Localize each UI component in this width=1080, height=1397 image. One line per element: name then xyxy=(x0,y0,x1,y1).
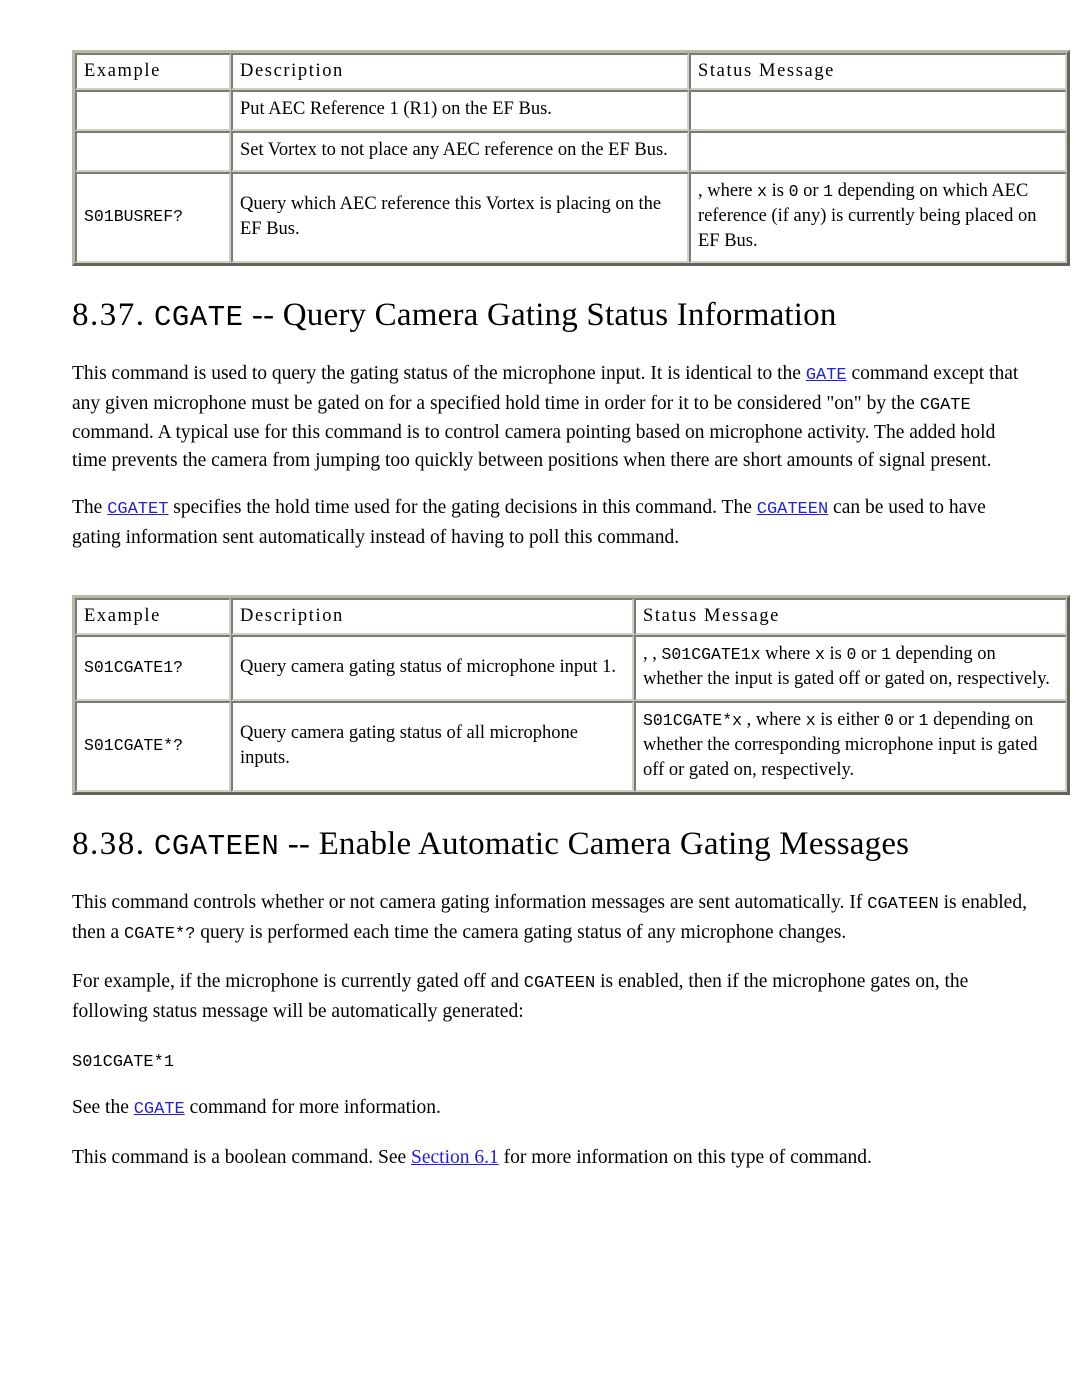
link-cgatet[interactable]: CGATET xyxy=(107,500,168,519)
status-lead: , , xyxy=(643,644,662,664)
par-text: command. A typical use for this command … xyxy=(72,422,996,471)
cgate-table-wrapper: Example Description Status Message S01CG… xyxy=(72,595,1070,795)
cgateen-paragraph-4: This command is a boolean command. See S… xyxy=(72,1144,1028,1172)
par-text: for more information on this type of com… xyxy=(498,1146,872,1168)
link-cgate[interactable]: CGATE xyxy=(134,1100,185,1119)
cell-example xyxy=(75,90,231,131)
section-dashes: -- xyxy=(287,826,311,862)
column-header-example: Example xyxy=(75,53,231,90)
status-value-zero: 0 xyxy=(788,182,799,201)
cell-example xyxy=(75,131,231,172)
section-number: 8.37. xyxy=(72,297,146,333)
table-row: Set Vortex to not place any AEC referenc… xyxy=(75,131,1067,172)
section-title: Enable Automatic Camera Gating Messages xyxy=(318,826,910,862)
section-command-name: CGATE xyxy=(153,301,244,334)
column-header-status-message: Status Message xyxy=(689,53,1067,90)
status-code: S01CGATE*x xyxy=(643,711,743,730)
cgate-examples-table: Example Description Status Message S01CG… xyxy=(72,595,1070,795)
section-heading-cgateen: 8.38. CGATEEN -- Enable Automatic Camera… xyxy=(72,822,1028,869)
column-header-description: Description xyxy=(231,598,634,635)
status-var-x: x xyxy=(805,711,816,730)
par-text: The xyxy=(72,497,108,518)
status-code: S01CGATE1x xyxy=(661,645,761,664)
column-header-example: Example xyxy=(75,598,231,635)
cell-description: Query camera gating status of microphone… xyxy=(231,635,634,701)
link-section-6-1[interactable]: Section 6.1 xyxy=(411,1147,499,1168)
par-text: specifies the hold time used for the gat… xyxy=(168,497,757,518)
par-text: See the xyxy=(72,1097,134,1118)
cell-description: Put AEC Reference 1 (R1) on the EF Bus. xyxy=(231,90,689,131)
inline-code-cgate-star: CGATE*? xyxy=(123,924,196,944)
status-var-x: x xyxy=(814,645,825,664)
cell-status-message: S01CGATE*x , where x is either 0 or 1 de… xyxy=(634,701,1067,792)
cell-status-message: , where x is 0 or 1 depending on which A… xyxy=(689,172,1067,263)
section-title: Query Camera Gating Status Information xyxy=(282,297,837,333)
column-header-description: Description xyxy=(231,53,689,90)
cgateen-paragraph-2: For example, if the microphone is curren… xyxy=(72,968,1028,1025)
example-code: S01CGATE1? xyxy=(84,657,184,677)
par-text: This command is a boolean command. See xyxy=(72,1146,412,1168)
table-row: S01CGATE1? Query camera gating status of… xyxy=(75,635,1067,701)
table-header-row: Example Description Status Message xyxy=(75,53,1067,90)
cell-status-message xyxy=(689,90,1067,131)
table-row: S01BUSREF? Query which AEC reference thi… xyxy=(75,172,1067,263)
status-mid-3: or xyxy=(893,710,919,730)
table-header-row: Example Description Status Message xyxy=(75,598,1067,635)
inline-code-cgateen: CGATEEN xyxy=(523,974,596,993)
cell-example: S01CGATE*? xyxy=(75,701,231,792)
par-text: This command is used to query the gating… xyxy=(72,363,806,384)
par-text: For example, if the microphone is curren… xyxy=(72,971,524,992)
inline-code-cgateen: CGATEEN xyxy=(867,895,939,914)
cgateen-paragraph-3: See the CGATE command for more informati… xyxy=(72,1094,1028,1124)
busref-table-wrapper: Example Description Status Message Put A… xyxy=(72,50,1070,266)
busref-examples-table: Example Description Status Message Put A… xyxy=(72,50,1070,266)
status-value-one: 1 xyxy=(881,645,891,664)
status-mid-1: , where xyxy=(742,710,806,730)
inline-code-cgate: CGATE xyxy=(919,395,971,415)
status-lead: , where xyxy=(698,181,758,201)
cgateen-paragraph-1: This command controls whether or not cam… xyxy=(72,889,1028,948)
link-gate[interactable]: GATE xyxy=(806,366,847,385)
status-value-one: 1 xyxy=(918,711,929,730)
cgate-paragraph-2: The CGATET specifies the hold time used … xyxy=(72,494,1028,551)
cell-example: S01BUSREF? xyxy=(75,172,231,263)
status-var-x: x xyxy=(757,182,767,201)
code-example-status-message: S01CGATE*1 xyxy=(72,1053,175,1072)
status-mid-2: or xyxy=(798,181,824,201)
section-command-name: CGATEEN xyxy=(153,830,280,863)
status-value-one: 1 xyxy=(823,182,834,201)
par-text: command for more information. xyxy=(184,1097,441,1118)
example-code: S01BUSREF? xyxy=(84,207,184,226)
cgate-paragraph-1: This command is used to query the gating… xyxy=(72,360,1028,474)
section-heading-cgate: 8.37. CGATE -- Query Camera Gating Statu… xyxy=(72,293,1028,340)
section-dashes: -- xyxy=(251,297,275,333)
cell-example: S01CGATE1? xyxy=(75,635,231,701)
table-row: S01CGATE*? Query camera gating status of… xyxy=(75,701,1067,792)
status-mid-2: is xyxy=(824,644,847,664)
par-text: query is performed each time the camera … xyxy=(195,921,847,943)
status-mid-1: where xyxy=(760,644,815,664)
cell-description: Set Vortex to not place any AEC referenc… xyxy=(231,131,689,172)
par-text: This command controls whether or not cam… xyxy=(72,892,868,913)
status-value-zero: 0 xyxy=(846,645,857,664)
column-header-status-message: Status Message xyxy=(634,598,1067,635)
status-value-zero: 0 xyxy=(883,711,894,730)
status-mid-2: is either xyxy=(815,710,884,730)
document-content: Example Description Status Message Put A… xyxy=(72,50,1070,1172)
cell-description: Query which AEC reference this Vortex is… xyxy=(231,172,689,263)
status-mid-3: or xyxy=(856,644,882,664)
document-page: Example Description Status Message Put A… xyxy=(0,0,1080,1397)
cell-status-message: , , S01CGATE1x where x is 0 or 1 dependi… xyxy=(634,635,1067,701)
table-row: Put AEC Reference 1 (R1) on the EF Bus. xyxy=(75,90,1067,131)
cell-status-message xyxy=(689,131,1067,172)
example-code: S01CGATE*? xyxy=(84,736,184,755)
cell-description: Query camera gating status of all microp… xyxy=(231,701,634,792)
section-number: 8.38. xyxy=(72,826,146,862)
status-mid-1: is xyxy=(766,181,789,201)
link-cgateen[interactable]: CGATEEN xyxy=(757,500,828,519)
